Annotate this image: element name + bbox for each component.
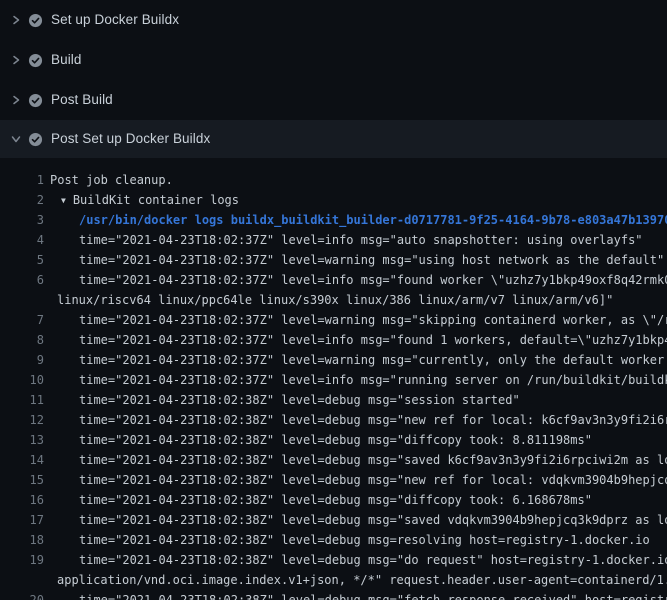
log-line: 3 /usr/bin/docker logs buildx_buildkit_b… [0, 210, 667, 230]
log-line: 19 time="2021-04-23T18:02:38Z" level=deb… [0, 550, 667, 570]
log-line: 4 time="2021-04-23T18:02:37Z" level=info… [0, 230, 667, 250]
log-line-number[interactable]: 4 [0, 230, 44, 250]
log-line-text: time="2021-04-23T18:02:38Z" level=debug … [44, 390, 520, 410]
check-circle-icon [28, 93, 43, 108]
step-label: Post Build [51, 92, 113, 108]
log-line-text: time="2021-04-23T18:02:37Z" level=info m… [44, 230, 643, 250]
log-line: 20 time="2021-04-23T18:02:38Z" level=deb… [0, 590, 667, 600]
step-post-set-up-docker-buildx[interactable]: Post Set up Docker Buildx [0, 120, 667, 158]
log-line: 10 time="2021-04-23T18:02:37Z" level=inf… [0, 370, 667, 390]
log-line-number[interactable]: 5 [0, 250, 44, 270]
chevron-right-icon [10, 54, 22, 66]
log-line-text: ▼ BuildKit container logs [44, 190, 239, 212]
log-line-number[interactable]: 9 [0, 350, 44, 370]
log-line-number[interactable]: 1 [0, 170, 44, 190]
log-line-text: time="2021-04-23T18:02:38Z" level=debug … [44, 550, 667, 570]
log-line-text: time="2021-04-23T18:02:37Z" level=info m… [44, 270, 667, 290]
log-line: 6 time="2021-04-23T18:02:37Z" level=info… [0, 270, 667, 290]
step-post-build[interactable]: Post Build [0, 80, 667, 120]
log-line: 1 Post job cleanup. [0, 170, 667, 190]
log-group-label: BuildKit container logs [73, 193, 239, 207]
log-line: 15 time="2021-04-23T18:02:38Z" level=deb… [0, 470, 667, 490]
log-line-text: time="2021-04-23T18:02:37Z" level=warnin… [44, 250, 664, 270]
log-line-text: time="2021-04-23T18:02:38Z" level=debug … [44, 450, 667, 470]
log-line-text: /usr/bin/docker logs buildx_buildkit_bui… [44, 210, 667, 230]
chevron-down-icon [10, 133, 22, 145]
log-line: 5 time="2021-04-23T18:02:37Z" level=warn… [0, 250, 667, 270]
check-circle-icon [28, 132, 43, 147]
log-line: 12 time="2021-04-23T18:02:38Z" level=deb… [0, 410, 667, 430]
log-line-number[interactable]: 13 [0, 430, 44, 450]
log-line-number[interactable]: 19 [0, 550, 44, 570]
log-line: 17 time="2021-04-23T18:02:38Z" level=deb… [0, 510, 667, 530]
log-line-number[interactable]: 15 [0, 470, 44, 490]
log-line: 16 time="2021-04-23T18:02:38Z" level=deb… [0, 490, 667, 510]
log-line-text: time="2021-04-23T18:02:37Z" level=warnin… [44, 350, 667, 370]
log-line-number[interactable]: 10 [0, 370, 44, 390]
log-line-text: time="2021-04-23T18:02:37Z" level=info m… [44, 370, 667, 390]
log-line-number[interactable]: 8 [0, 330, 44, 350]
log-line-number[interactable]: 20 [0, 590, 44, 600]
log-line-text: time="2021-04-23T18:02:38Z" level=debug … [44, 590, 667, 600]
chevron-right-icon [10, 14, 22, 26]
log-line-number[interactable]: 7 [0, 310, 44, 330]
log-line: 13 time="2021-04-23T18:02:38Z" level=deb… [0, 430, 667, 450]
log-line-text: linux/riscv64 linux/ppc64le linux/s390x … [44, 290, 613, 310]
check-circle-icon [28, 13, 43, 28]
log-line-number[interactable]: 18 [0, 530, 44, 550]
log-area: 1 Post job cleanup. 2 ▼ BuildKit containe… [0, 158, 667, 600]
log-line-text: time="2021-04-23T18:02:37Z" level=warnin… [44, 310, 667, 330]
chevron-right-icon [10, 94, 22, 106]
log-line-text: Post job cleanup. [44, 170, 173, 190]
log-line-text: time="2021-04-23T18:02:38Z" level=debug … [44, 510, 667, 530]
log-line[interactable]: 2 ▼ BuildKit container logs [0, 190, 667, 210]
log-line: 7 time="2021-04-23T18:02:37Z" level=warn… [0, 310, 667, 330]
log-line-text: time="2021-04-23T18:02:38Z" level=debug … [44, 470, 667, 490]
collapse-triangle-icon: ▼ [61, 191, 66, 211]
log-line: 14 time="2021-04-23T18:02:38Z" level=deb… [0, 450, 667, 470]
steps-list: Set up Docker Buildx Build P [0, 0, 667, 158]
log-line-text: time="2021-04-23T18:02:38Z" level=debug … [44, 430, 592, 450]
log-line: 9 time="2021-04-23T18:02:37Z" level=warn… [0, 350, 667, 370]
log-line-text: application/vnd.oci.image.index.v1+json,… [44, 570, 667, 590]
step-set-up-docker-buildx[interactable]: Set up Docker Buildx [0, 0, 667, 40]
log-line-text: time="2021-04-23T18:02:37Z" level=info m… [44, 330, 667, 350]
log-line: 8 time="2021-04-23T18:02:37Z" level=info… [0, 330, 667, 350]
log-line: application/vnd.oci.image.index.v1+json,… [0, 570, 667, 590]
log-line: 11 time="2021-04-23T18:02:38Z" level=deb… [0, 390, 667, 410]
log-line-number[interactable]: 3 [0, 210, 44, 230]
log-line-number[interactable]: 16 [0, 490, 44, 510]
workflow-log-panel: Set up Docker Buildx Build P [0, 0, 667, 600]
log-line: linux/riscv64 linux/ppc64le linux/s390x … [0, 290, 667, 310]
log-line-number[interactable]: 14 [0, 450, 44, 470]
log-line: 18 time="2021-04-23T18:02:38Z" level=deb… [0, 530, 667, 550]
log-line-number[interactable]: 6 [0, 270, 44, 290]
step-build[interactable]: Build [0, 40, 667, 80]
log-line-number[interactable]: 12 [0, 410, 44, 430]
log-line-number[interactable]: 17 [0, 510, 44, 530]
log-line-text: time="2021-04-23T18:02:38Z" level=debug … [44, 410, 667, 430]
log-line-text: time="2021-04-23T18:02:38Z" level=debug … [44, 530, 650, 550]
log-line-text: time="2021-04-23T18:02:38Z" level=debug … [44, 490, 592, 510]
step-label: Set up Docker Buildx [51, 12, 179, 28]
step-label: Post Set up Docker Buildx [51, 131, 210, 147]
check-circle-icon [28, 53, 43, 68]
log-line-number[interactable]: 11 [0, 390, 44, 410]
step-label: Build [51, 52, 82, 68]
log-line-number[interactable]: 2 [0, 190, 44, 210]
